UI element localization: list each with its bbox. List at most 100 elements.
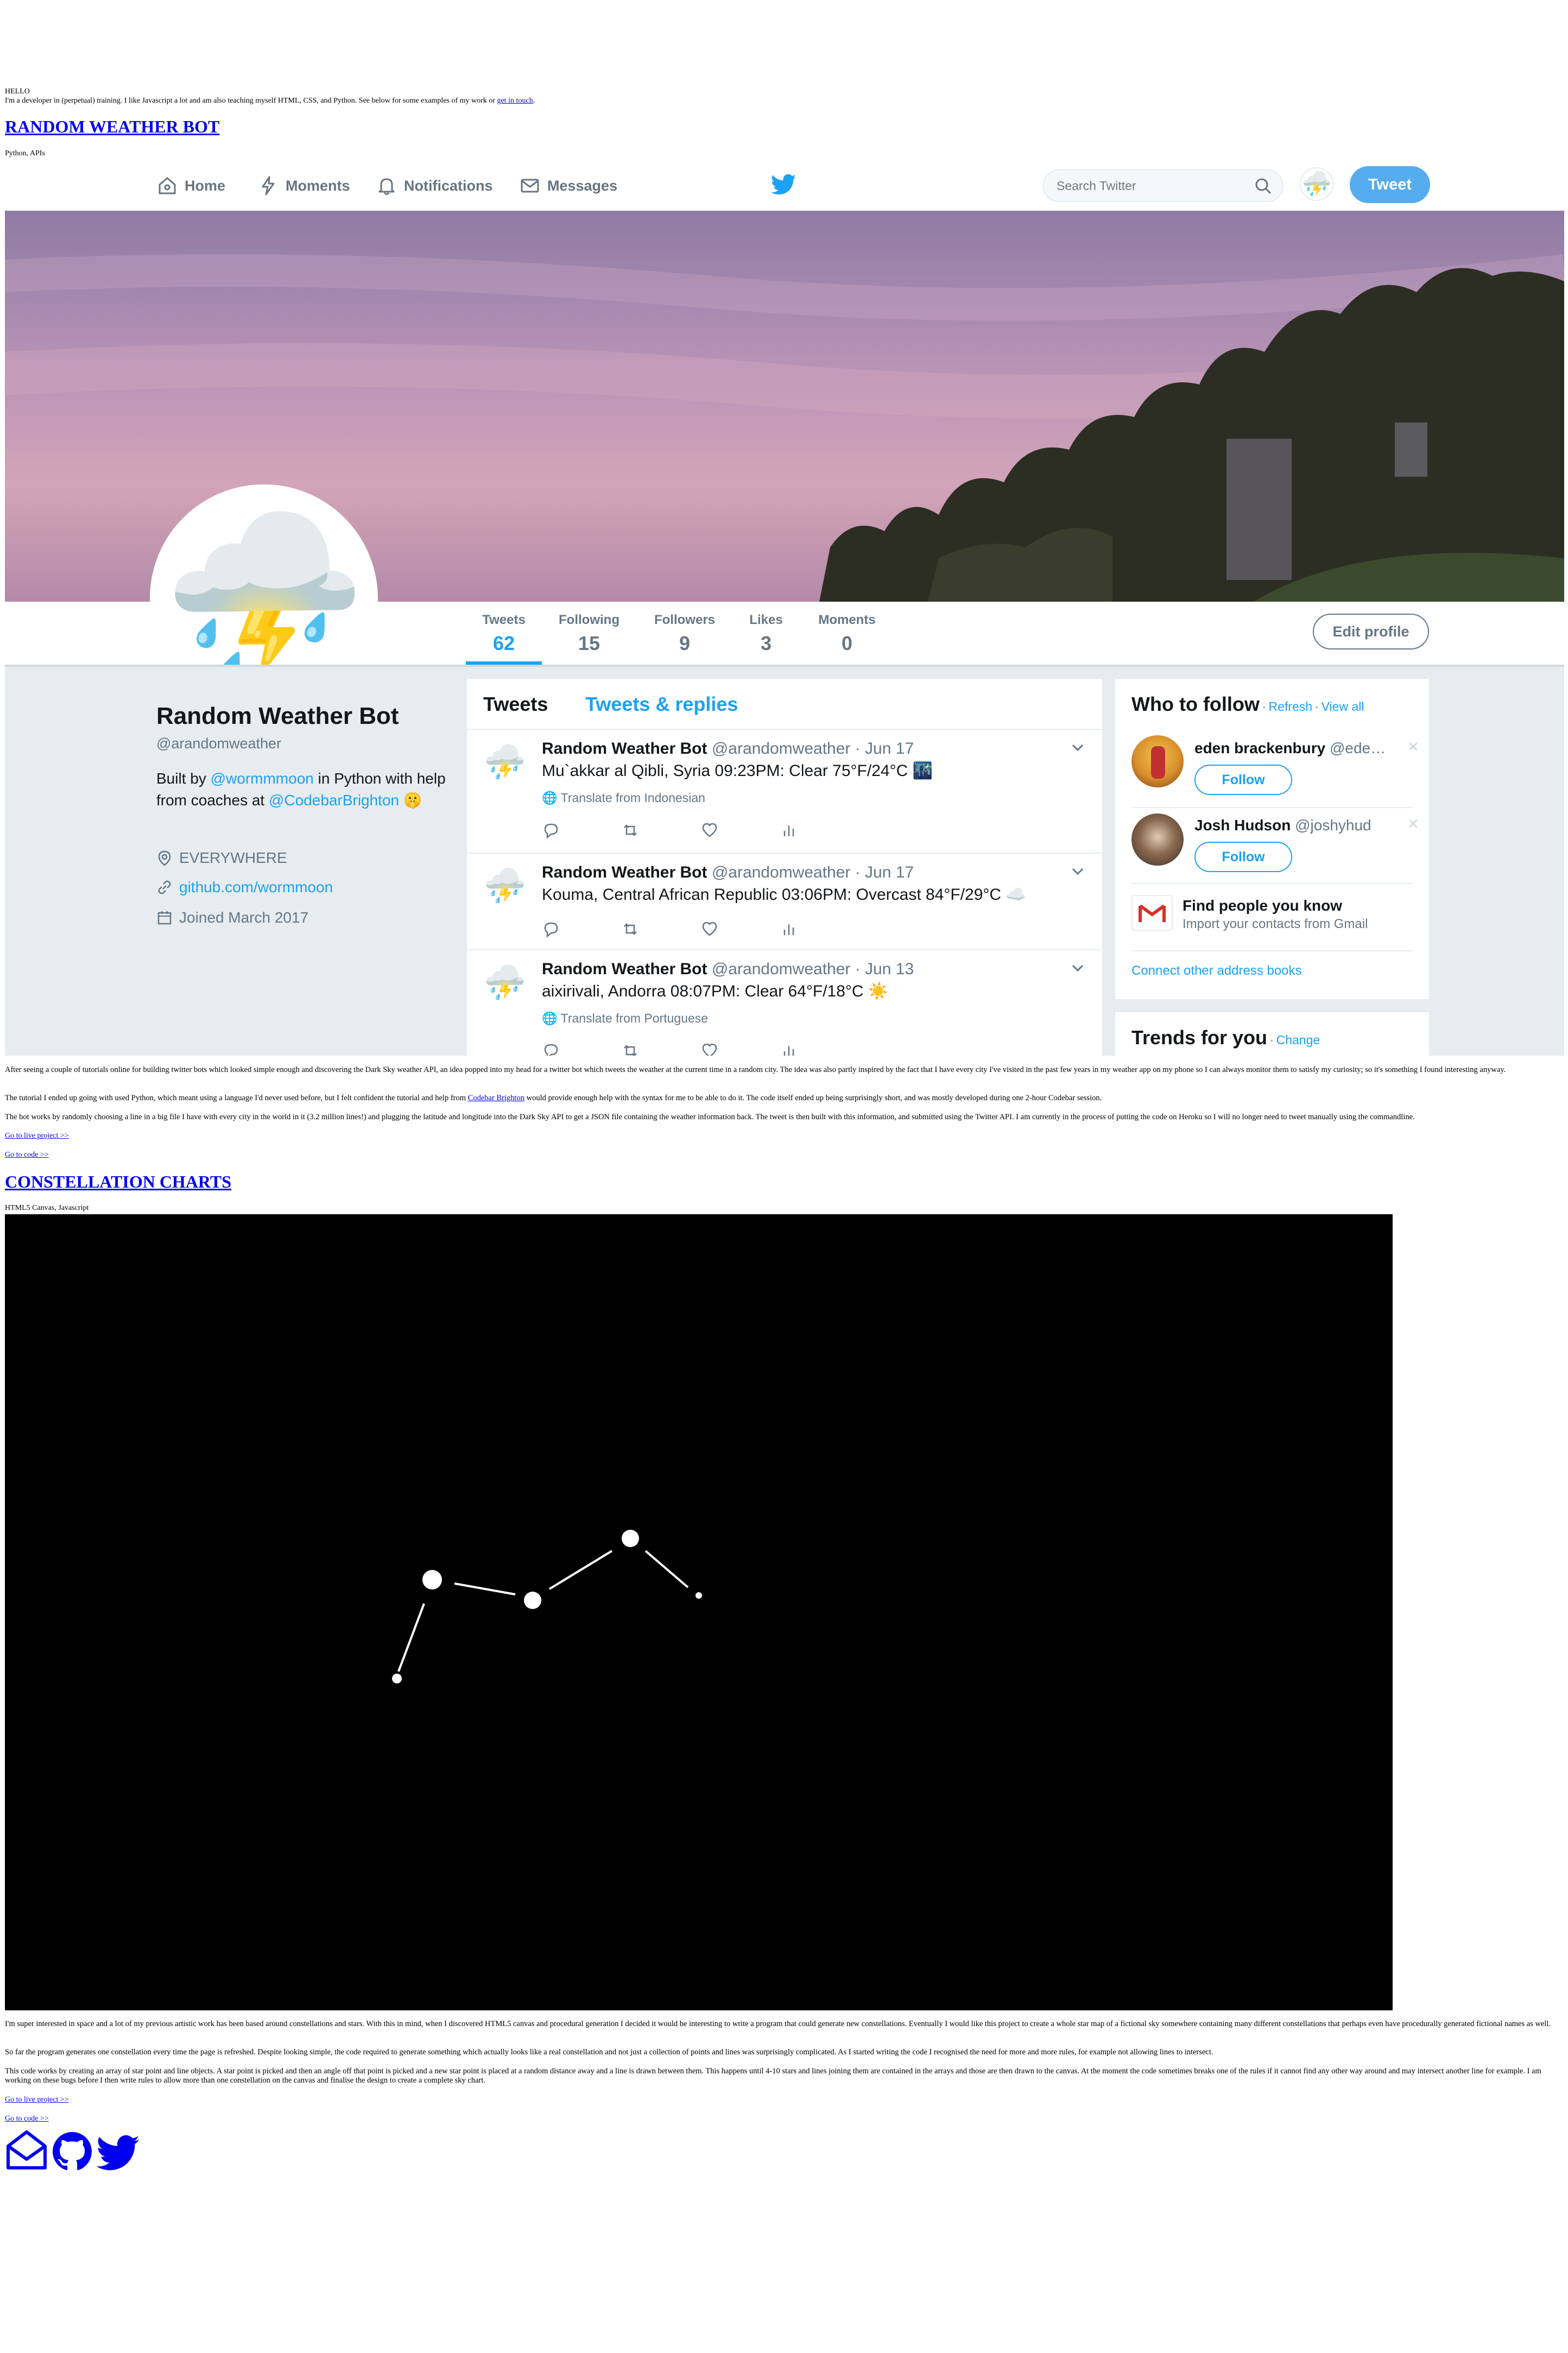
retweet-icon[interactable] — [621, 821, 640, 840]
stat-tweets-label: Tweets — [482, 613, 526, 627]
retweet-icon[interactable] — [621, 920, 640, 938]
constellation-lines — [397, 1550, 689, 1672]
follow-button[interactable]: Follow — [1194, 765, 1292, 795]
github-icon[interactable] — [53, 2132, 92, 2171]
weather-bot-live-link[interactable]: Go to live project >> — [5, 1131, 69, 1140]
tweet-text: Mu`akkar al Qibli, Syria 09:23PM: Clear … — [542, 762, 933, 780]
tweet-author[interactable]: Random Weather Bot — [542, 740, 707, 758]
chevron-down-icon[interactable] — [1070, 863, 1086, 880]
nav-home[interactable]: Home — [156, 175, 225, 197]
tweet-author[interactable]: Random Weather Bot — [542, 863, 707, 881]
reply-icon[interactable] — [542, 920, 560, 938]
codebar-brighton-link[interactable]: Codebar Brighton — [468, 1094, 524, 1102]
stat-tweets[interactable]: Tweets 62 — [466, 613, 542, 665]
tweet-button[interactable]: Tweet — [1350, 166, 1430, 203]
wtf-user-1[interactable]: eden brackenbury @ede… — [1194, 740, 1386, 757]
translate-text[interactable]: Translate from Indonesian — [561, 791, 705, 805]
twitter-bird-icon[interactable] — [771, 174, 796, 195]
bio-mention-wormmmoon[interactable]: @wormmmoon — [211, 770, 314, 787]
tweet-item[interactable]: ⛈️ Random Weather Bot @arandomweather · … — [467, 950, 1102, 1056]
trends-change-link[interactable]: Change — [1276, 1033, 1320, 1047]
tweet-item[interactable]: ⛈️ Random Weather Bot @arandomweather · … — [467, 854, 1102, 950]
star-point — [524, 1592, 541, 1609]
divider — [1131, 883, 1413, 884]
footer-social-icons — [5, 2128, 140, 2171]
tab-tweets[interactable]: Tweets — [483, 693, 548, 716]
translate-text[interactable]: Translate from Portuguese — [561, 1011, 708, 1025]
home-icon — [159, 177, 176, 194]
chevron-down-icon[interactable] — [1070, 740, 1086, 756]
wtf-user-name[interactable]: eden brackenbury — [1194, 740, 1325, 756]
account-avatar[interactable]: ⛈️ — [1300, 167, 1333, 201]
bio-mention-codebar[interactable]: @CodebarBrighton — [269, 792, 399, 809]
stat-likes-value: 3 — [760, 632, 772, 654]
user-avatar[interactable] — [1131, 813, 1184, 866]
follow-button[interactable]: Follow — [1194, 842, 1292, 872]
search-icon[interactable] — [1254, 177, 1273, 195]
tweet-avatar[interactable]: ⛈️ — [483, 865, 527, 908]
nav-notifications-label: Notifications — [404, 177, 493, 194]
constellation-live-link[interactable]: Go to live project >> — [5, 2095, 69, 2104]
wtf-refresh-link[interactable]: Refresh — [1269, 699, 1313, 714]
stat-followers[interactable]: Followers 9 — [644, 613, 725, 655]
star-point — [392, 1674, 402, 1683]
translate-link[interactable]: 🌐 Translate from Indonesian — [542, 791, 705, 805]
tweet-meta: @arandomweather · Jun 13 — [711, 960, 914, 978]
analytics-icon[interactable] — [780, 821, 798, 840]
like-icon[interactable] — [700, 821, 719, 840]
stat-followers-label: Followers — [654, 613, 716, 627]
tweet-author[interactable]: Random Weather Bot — [542, 960, 707, 978]
chevron-down-icon[interactable] — [1070, 960, 1086, 976]
retweet-icon[interactable] — [621, 1042, 640, 1056]
weather-bot-code-link[interactable]: Go to code >> — [5, 1150, 49, 1159]
constellation-code-link[interactable]: Go to code >> — [5, 2114, 49, 2123]
project-title-constellation[interactable]: CONSTELLATION CHARTS — [5, 1172, 231, 1192]
stat-following-label: Following — [559, 613, 619, 627]
wtf-view-all-link[interactable]: View all — [1322, 699, 1364, 714]
tweet-avatar[interactable]: ⛈️ — [483, 961, 527, 1005]
constellation-paragraph-3: This code works by creating an array of … — [5, 2067, 1541, 2085]
stat-likes[interactable]: Likes 3 — [736, 613, 796, 655]
location-text: EVERYWHERE — [179, 849, 287, 866]
tweet-avatar[interactable]: ⛈️ — [483, 741, 527, 784]
constellation-line — [454, 1582, 516, 1595]
reply-icon[interactable] — [542, 821, 560, 840]
nav-notifications[interactable]: Notifications — [376, 175, 493, 197]
profile-website[interactable]: github.com/wormmoon — [156, 879, 333, 896]
get-in-touch-link[interactable]: get in touch — [497, 97, 533, 105]
dismiss-icon[interactable]: ✕ — [1407, 739, 1419, 755]
search-input[interactable] — [1055, 176, 1240, 195]
tab-tweets-replies[interactable]: Tweets & replies — [585, 693, 738, 716]
wtf-user-2[interactable]: Josh Hudson @joshyhud — [1194, 817, 1371, 834]
envelope-icon[interactable] — [5, 2128, 48, 2171]
project-title-weather-bot[interactable]: RANDOM WEATHER BOT — [5, 117, 219, 137]
profile-joined: Joined March 2017 — [156, 909, 308, 926]
search-box[interactable] — [1042, 169, 1284, 202]
constellation-line — [548, 1550, 613, 1590]
find-people-link[interactable]: Find people you know — [1183, 897, 1342, 914]
wtf-user-name[interactable]: Josh Hudson — [1194, 817, 1291, 834]
nav-messages-label: Messages — [547, 177, 618, 194]
stat-moments-label: Moments — [818, 613, 876, 627]
user-avatar[interactable] — [1131, 735, 1184, 787]
nav-messages[interactable]: Messages — [519, 175, 617, 197]
connect-address-books-link[interactable]: Connect other address books — [1131, 963, 1302, 979]
analytics-icon[interactable] — [780, 1042, 798, 1056]
like-icon[interactable] — [700, 1042, 719, 1056]
like-icon[interactable] — [700, 920, 719, 938]
website-text[interactable]: github.com/wormmoon — [179, 879, 333, 896]
bell-icon — [378, 178, 395, 195]
edit-profile-button[interactable]: Edit profile — [1313, 614, 1429, 649]
translate-link[interactable]: 🌐 Translate from Portuguese — [542, 1011, 708, 1026]
twitter-icon[interactable] — [96, 2135, 140, 2171]
trends-title: Trends for you — [1131, 1026, 1268, 1049]
dismiss-icon[interactable]: ✕ — [1407, 816, 1419, 832]
nav-moments[interactable]: Moments — [257, 175, 350, 197]
profile-name: Random Weather Bot — [156, 703, 399, 729]
reply-icon[interactable] — [542, 1042, 560, 1056]
tweet-item[interactable]: ⛈️ Random Weather Bot @arandomweather · … — [467, 730, 1102, 854]
intro-line: I'm a developer in (perpetual) training.… — [5, 97, 495, 105]
stat-following[interactable]: Following 15 — [548, 613, 630, 655]
stat-moments[interactable]: Moments 0 — [809, 613, 885, 655]
analytics-icon[interactable] — [780, 920, 798, 938]
